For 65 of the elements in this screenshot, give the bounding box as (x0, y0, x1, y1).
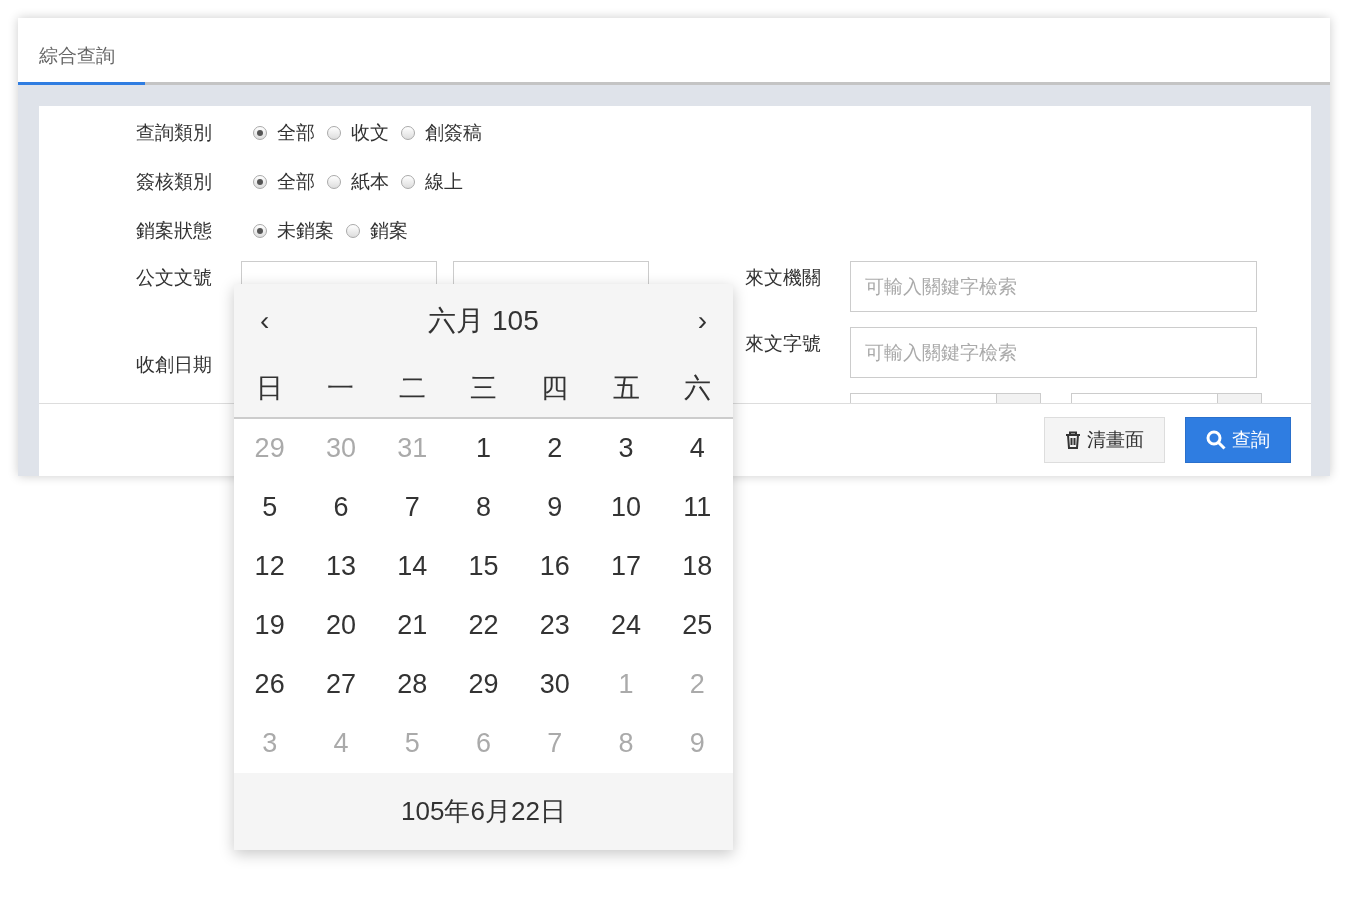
calendar-day[interactable]: 22 (462, 609, 505, 642)
search-button[interactable]: 查詢 (1185, 417, 1291, 463)
text-field[interactable] (241, 261, 437, 285)
calendar-day[interactable]: 20 (319, 609, 362, 642)
calendar-day[interactable]: 9 (541, 491, 569, 524)
radio-option[interactable]: 創簽稿 (401, 119, 482, 146)
search-icon (1206, 430, 1226, 450)
radio-option[interactable]: 收文 (327, 119, 389, 146)
previous-month-button[interactable]: ‹ (254, 305, 276, 337)
calendar-day[interactable]: 8 (469, 491, 497, 524)
text-field[interactable]: 可輸入關鍵字檢索 (850, 261, 1257, 312)
weekday-label: 五 (611, 371, 641, 405)
radio-option[interactable]: 全部 (253, 119, 315, 146)
calendar-day[interactable]: 4 (683, 432, 711, 465)
field-label: 來文機關 (745, 266, 822, 290)
radio-option[interactable]: 未銷案 (253, 217, 334, 244)
calendar-day[interactable]: 19 (248, 609, 291, 642)
calendar-day[interactable]: 18 (676, 550, 719, 583)
calendar-day[interactable]: 13 (319, 550, 362, 583)
weekday-label: 日 (255, 371, 285, 405)
calendar-day[interactable]: 17 (605, 550, 648, 583)
next-month-button[interactable]: › (691, 305, 713, 337)
calendar-day[interactable]: 3 (612, 432, 640, 465)
weekday-label: 一 (326, 371, 356, 405)
calendar-day[interactable]: 28 (391, 668, 434, 701)
text-field[interactable]: 可輸入關鍵字檢索 (850, 327, 1257, 378)
weekday-label: 四 (540, 371, 570, 405)
calendar-day[interactable]: 7 (398, 491, 426, 524)
calendar-day[interactable]: 29 (462, 668, 505, 701)
calendar-day[interactable]: 16 (533, 550, 576, 583)
calendar-day[interactable]: 14 (391, 550, 434, 583)
clear-button[interactable]: 清畫面 (1044, 417, 1165, 463)
calendar-day[interactable]: 24 (605, 609, 648, 642)
trash-icon (1065, 431, 1081, 449)
calendar-day[interactable]: 2 (541, 432, 569, 465)
calendar-day[interactable]: 12 (248, 550, 291, 583)
calendar-day[interactable]: 25 (676, 609, 719, 642)
field-label: 簽核類別 (136, 169, 213, 194)
text-field[interactable] (453, 261, 649, 285)
weekday-label: 二 (397, 371, 427, 405)
radio-option[interactable]: 銷案 (346, 217, 408, 244)
field-label: 銷案狀態 (136, 218, 213, 243)
calendar-day[interactable]: 10 (605, 491, 648, 524)
weekday-label: 三 (469, 371, 498, 405)
calendar-day[interactable]: 11 (677, 491, 718, 524)
calendar-day[interactable]: 26 (248, 668, 291, 701)
calendar-day[interactable]: 1 (469, 432, 497, 465)
calendar-day[interactable]: 27 (319, 668, 362, 701)
field-label: 查詢類別 (136, 120, 213, 145)
calendar-day[interactable]: 15 (462, 550, 505, 583)
tab[interactable]: 綜合查詢 (18, 21, 145, 85)
field-label: 公文文號 (136, 266, 213, 290)
field-label: 收創日期 (136, 353, 213, 377)
calendar-day[interactable]: 21 (391, 609, 434, 642)
field-label: 來文字號 (745, 332, 822, 356)
calendar-day[interactable]: 23 (533, 609, 576, 642)
calendar-day[interactable]: 6 (327, 491, 355, 524)
radio-option[interactable]: 紙本 (327, 168, 389, 195)
calendar-day[interactable]: 30 (533, 668, 576, 701)
selected-date: 105年6月22日 (401, 795, 566, 828)
radio-option[interactable]: 線上 (401, 168, 463, 195)
month-title: 六月 105 (428, 304, 539, 338)
calendar-day[interactable]: 5 (256, 491, 284, 524)
weekday-label: 六 (682, 371, 712, 405)
radio-option[interactable]: 全部 (253, 168, 315, 195)
